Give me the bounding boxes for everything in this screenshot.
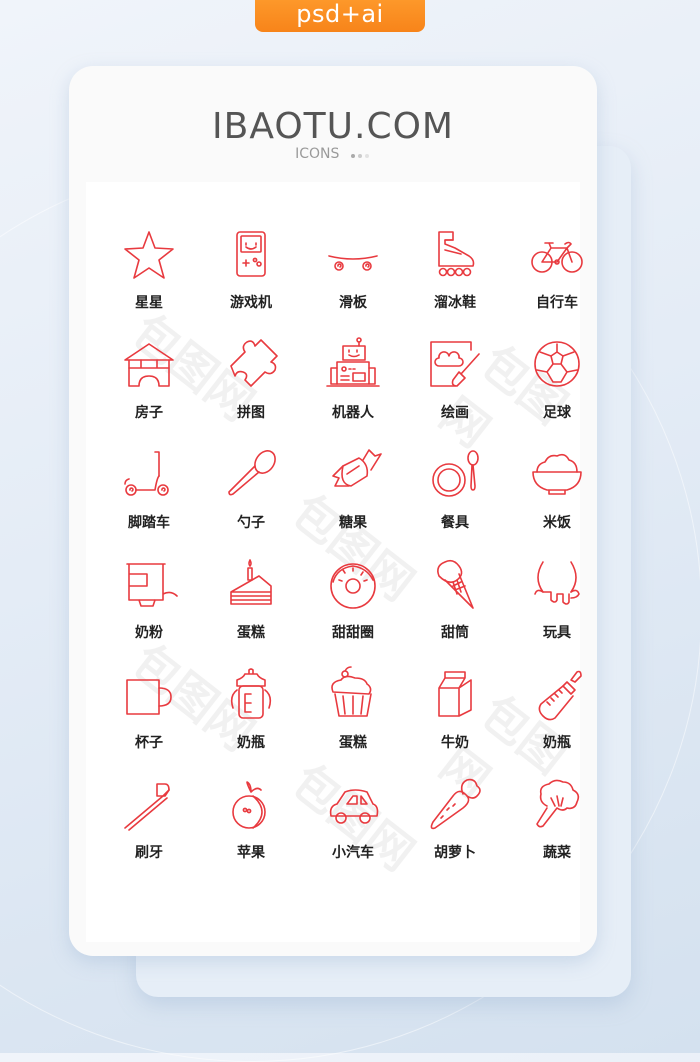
scooter-icon xyxy=(124,451,169,496)
broccoli-icon xyxy=(536,779,580,828)
icon-item[interactable]: 星星 xyxy=(98,226,200,336)
icon-label: 小汽车 xyxy=(332,845,374,861)
icon-label: 甜甜圈 xyxy=(332,625,374,641)
toothbrush-icon xyxy=(124,783,170,831)
candy-icon xyxy=(332,449,382,487)
cake-slice-icon xyxy=(230,559,272,605)
icon-label: 糖果 xyxy=(339,515,367,531)
icon-item[interactable]: 奶瓶 xyxy=(200,666,302,776)
icon-item[interactable]: 蛋糕 xyxy=(200,556,302,666)
icon-label: 滑板 xyxy=(339,295,367,311)
football-icon xyxy=(534,341,580,387)
donut-icon xyxy=(330,563,376,609)
icon-label: 胡萝卜 xyxy=(434,845,476,861)
icon-label: 蛋糕 xyxy=(237,625,265,641)
icon-label: 溜冰鞋 xyxy=(434,295,476,311)
icon-item[interactable]: 绘画 xyxy=(404,336,506,446)
game-console-icon xyxy=(236,231,266,277)
icon-item[interactable]: 玩具 xyxy=(506,556,608,666)
icon-item[interactable]: 机器人 xyxy=(302,336,404,446)
icon-item[interactable]: 牛奶 xyxy=(404,666,506,776)
icon-item[interactable]: 自行车 xyxy=(506,226,608,336)
icon-item[interactable]: 甜筒 xyxy=(404,556,506,666)
icon-label: 足球 xyxy=(543,405,571,421)
apple-icon xyxy=(232,781,266,829)
skateboard-icon xyxy=(328,255,378,271)
icon-item[interactable]: 拼图 xyxy=(200,336,302,446)
icon-panel: 包图网 包图网 包图网 包图网 包图网 包图网 星星 游戏机 滑板 溜冰鞋 自行车 房子拼… xyxy=(86,182,583,942)
icon-item[interactable]: 胡萝卜 xyxy=(404,776,506,886)
icon-item[interactable]: 足球 xyxy=(506,336,608,446)
star-icon xyxy=(124,231,174,279)
icon-item[interactable]: 滑板 xyxy=(302,226,404,336)
painting-icon xyxy=(430,341,480,387)
icon-label: 杯子 xyxy=(135,735,163,751)
roller-skate-icon xyxy=(438,231,475,277)
udder-icon xyxy=(534,561,580,605)
icon-label: 蛋糕 xyxy=(339,735,367,751)
icon-item[interactable]: 糖果 xyxy=(302,446,404,556)
dots-decoration xyxy=(350,146,371,162)
icon-label: 奶瓶 xyxy=(543,735,571,751)
icon-item[interactable]: 游戏机 xyxy=(200,226,302,336)
brand-subtitle: ICONS xyxy=(69,146,597,162)
icon-grid: 星星 游戏机 滑板 溜冰鞋 自行车 房子 拼图 机器人 绘画 足球 脚踏车 勺子 糖果 餐具 米饭 奶粉 蛋糕甜… xyxy=(98,226,608,886)
icon-item[interactable]: 蔬菜 xyxy=(506,776,608,886)
icon-item[interactable]: 餐具 xyxy=(404,446,506,556)
icon-label: 刷牙 xyxy=(135,845,163,861)
ice-cream-cone-icon xyxy=(437,559,474,609)
icon-label: 拼图 xyxy=(237,405,265,421)
baby-bottle-icon xyxy=(538,670,582,721)
bicycle-icon xyxy=(531,241,583,273)
icon-item[interactable]: 溜冰鞋 xyxy=(404,226,506,336)
carrot-icon xyxy=(430,778,481,830)
icon-item[interactable]: 杯子 xyxy=(98,666,200,776)
brand-title: IBAOTU.COM xyxy=(212,106,454,147)
house-icon xyxy=(124,343,174,387)
format-badge: psd+ai xyxy=(255,0,425,32)
mug-icon xyxy=(126,679,172,715)
icon-label: 玩具 xyxy=(543,625,571,641)
icon-label: 房子 xyxy=(135,405,163,421)
icon-item[interactable]: 小汽车 xyxy=(302,776,404,886)
icon-label: 牛奶 xyxy=(441,735,469,751)
icon-item[interactable]: 刷牙 xyxy=(98,776,200,886)
icon-item[interactable]: 苹果 xyxy=(200,776,302,886)
icon-label: 脚踏车 xyxy=(128,515,170,531)
toy-car-icon xyxy=(329,789,379,824)
milk-powder-icon xyxy=(126,563,178,607)
icon-item[interactable]: 脚踏车 xyxy=(98,446,200,556)
icon-item[interactable]: 甜甜圈 xyxy=(302,556,404,666)
icon-card: IBAOTU.COM ICONS 包图网 包图网 包图网 包图网 包图网 包图网… xyxy=(69,66,597,956)
icon-label: 游戏机 xyxy=(230,295,272,311)
icon-label: 奶瓶 xyxy=(237,735,265,751)
icon-label: 蔬菜 xyxy=(543,845,571,861)
icon-label: 星星 xyxy=(135,295,163,311)
puzzle-icon xyxy=(230,339,278,387)
icon-label: 米饭 xyxy=(543,515,571,531)
cupcake-icon xyxy=(331,666,372,717)
icon-label: 绘画 xyxy=(441,405,469,421)
icon-label: 机器人 xyxy=(332,405,374,421)
icon-label: 自行车 xyxy=(536,295,578,311)
icon-label: 甜筒 xyxy=(441,625,469,641)
rice-bowl-icon xyxy=(532,453,582,495)
icon-item[interactable]: 奶粉 xyxy=(98,556,200,666)
milk-carton-icon xyxy=(438,671,472,717)
spoon-icon xyxy=(228,450,276,496)
tableware-icon xyxy=(432,450,479,497)
icon-label: 勺子 xyxy=(237,515,265,531)
icon-item[interactable]: 奶瓶 xyxy=(506,666,608,776)
icon-label: 餐具 xyxy=(441,515,469,531)
robot-icon xyxy=(326,337,380,387)
feeding-bottle-icon xyxy=(230,668,272,719)
icon-label: 苹果 xyxy=(237,845,265,861)
icon-item[interactable]: 勺子 xyxy=(200,446,302,556)
icon-label: 奶粉 xyxy=(135,625,163,641)
icon-item[interactable]: 蛋糕 xyxy=(302,666,404,776)
brand-subtitle-text: ICONS xyxy=(295,146,340,162)
icon-item[interactable]: 米饭 xyxy=(506,446,608,556)
icon-item[interactable]: 房子 xyxy=(98,336,200,446)
